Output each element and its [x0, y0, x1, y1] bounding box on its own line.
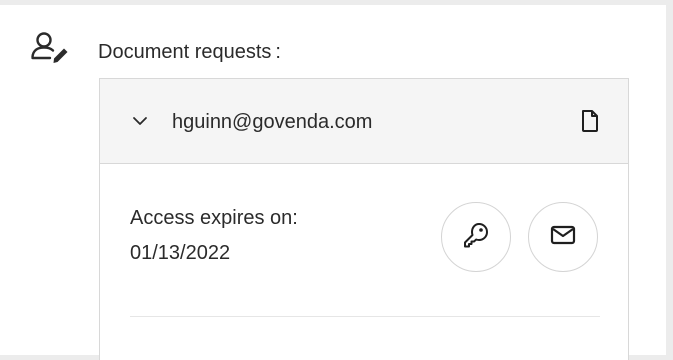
request-header[interactable]: hguinn@govenda.com: [100, 79, 628, 164]
chevron-down-icon[interactable]: [132, 113, 148, 129]
access-expires-label: Access expires on:: [130, 207, 298, 229]
key-button[interactable]: [441, 202, 511, 272]
document-requests-panel: Document requests : hguinn@govenda.com A…: [0, 5, 666, 360]
user-edit-icon: [30, 31, 74, 65]
email-button[interactable]: [528, 202, 598, 272]
document-request-card: hguinn@govenda.com Access expires on: 01…: [99, 78, 629, 360]
envelope-icon: [548, 220, 578, 255]
divider: [130, 316, 600, 317]
access-expires-date: 01/13/2022: [130, 242, 231, 264]
requester-email: hguinn@govenda.com: [172, 111, 373, 133]
key-icon: [461, 220, 491, 255]
document-icon[interactable]: [580, 109, 600, 133]
document-requests-label: Document requests :: [98, 41, 281, 63]
